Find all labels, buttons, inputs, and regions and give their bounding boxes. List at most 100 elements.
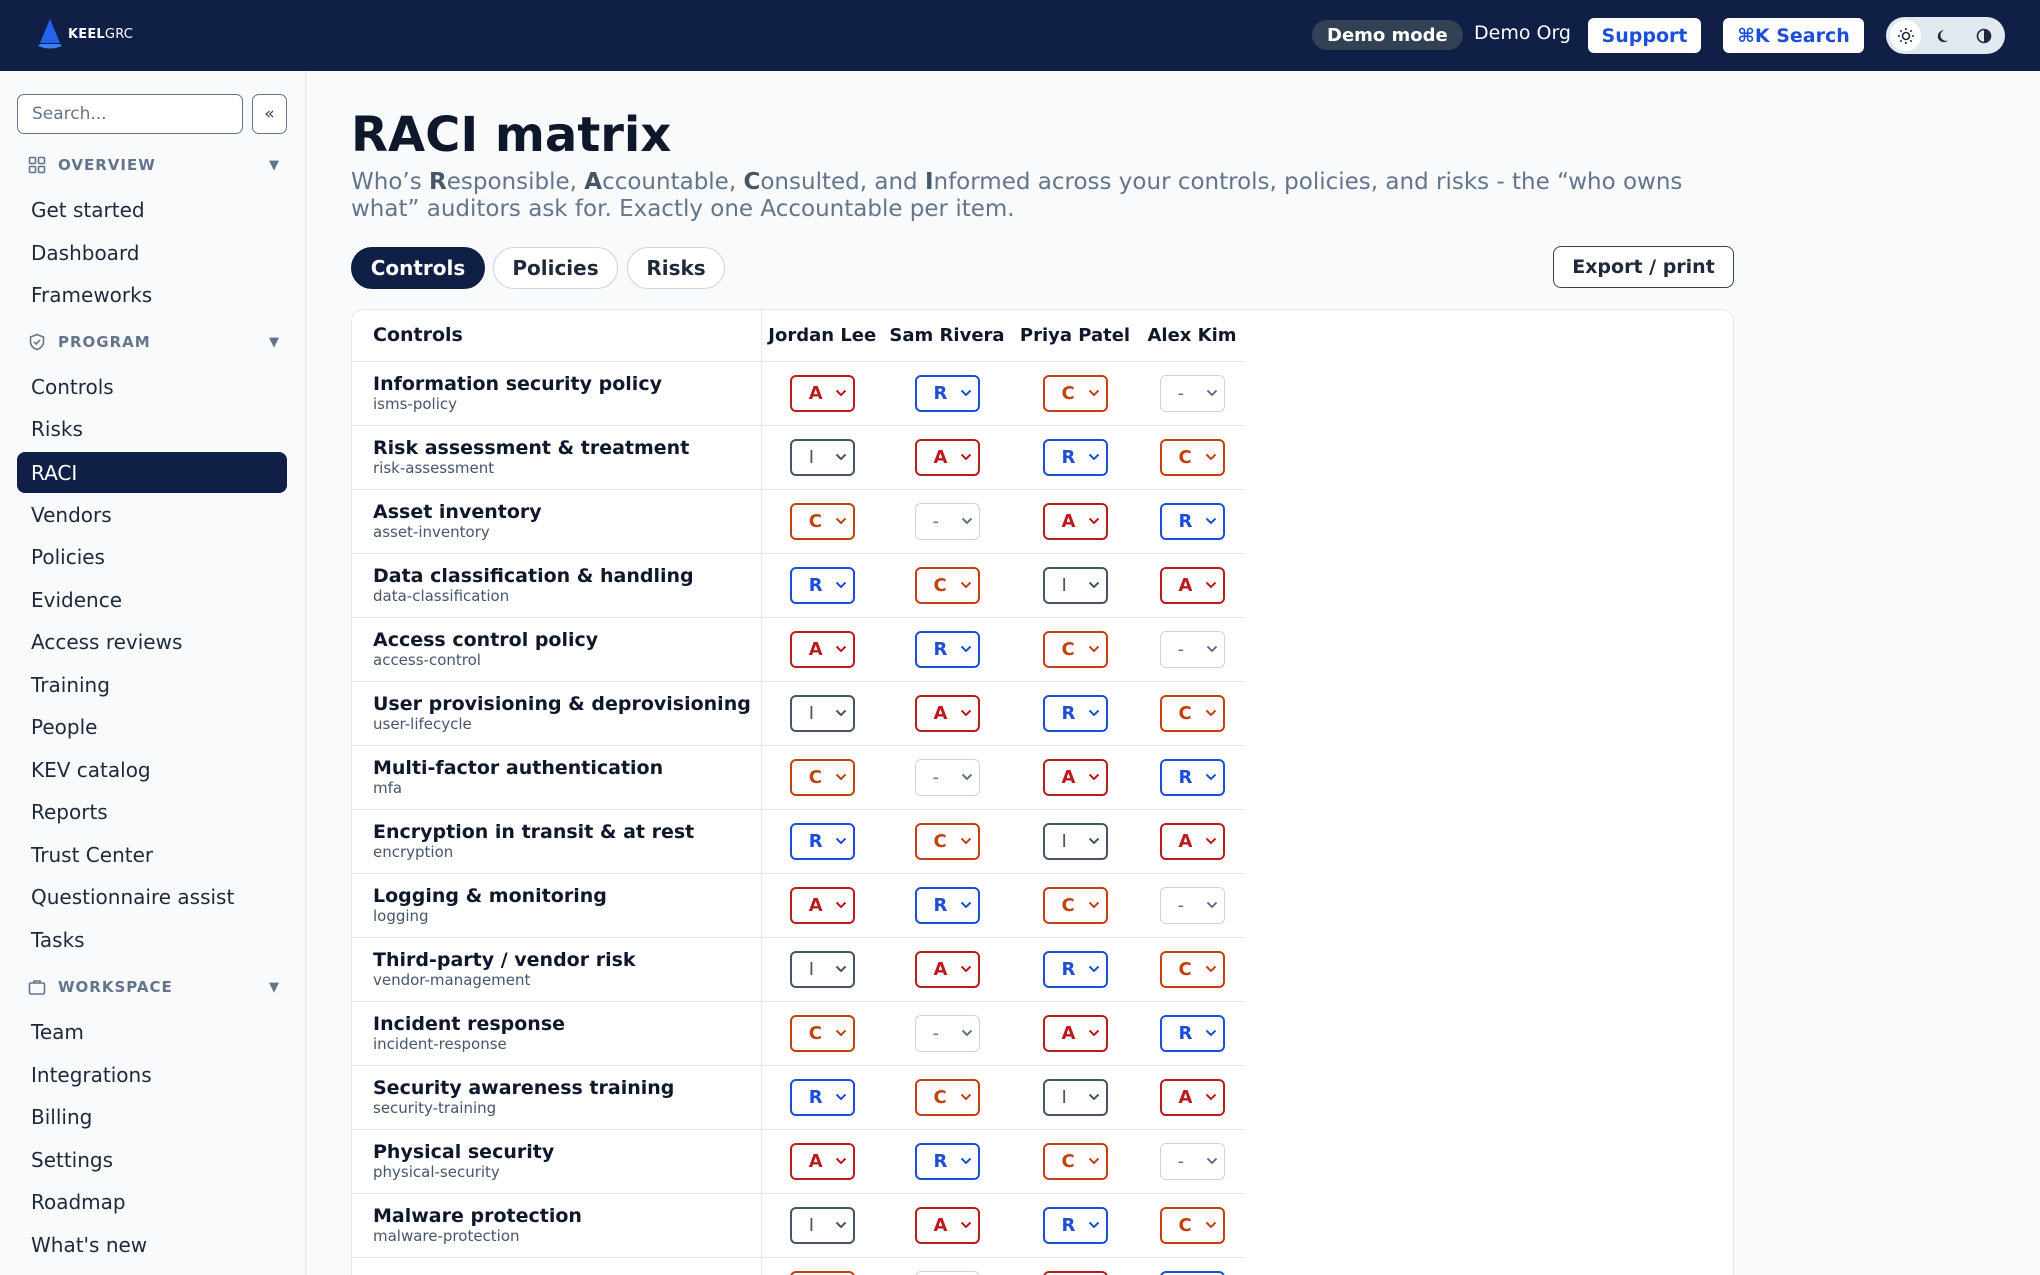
sidebar-item-tasks[interactable]: Tasks <box>17 919 287 960</box>
raci-role-select[interactable]: C <box>1042 1142 1108 1180</box>
sidebar-item-questionnaire-assist[interactable]: Questionnaire assist <box>17 876 287 917</box>
raci-role-select[interactable]: C <box>914 566 980 604</box>
support-button[interactable]: Support <box>1588 18 1701 53</box>
raci-role-select[interactable]: - <box>1159 1142 1225 1180</box>
dark-theme-button[interactable] <box>1929 20 1960 51</box>
control-name-cell[interactable]: Physical security physical-security <box>352 1129 762 1194</box>
sidebar-item-kev-catalog[interactable]: KEV catalog <box>17 749 287 790</box>
control-name-cell[interactable]: Multi-factor authentication mfa <box>352 745 762 810</box>
sidebar-item-raci[interactable]: RACI <box>17 452 287 493</box>
export-print-button[interactable]: Export / print <box>1553 246 1734 288</box>
control-name-cell[interactable]: User provisioning & deprovisioning user-l… <box>352 681 762 746</box>
raci-role-select[interactable]: C <box>1042 630 1108 668</box>
raci-role-select[interactable]: R <box>1042 1206 1108 1244</box>
raci-role-select[interactable]: I <box>1042 566 1108 604</box>
raci-role-select[interactable]: R <box>1042 694 1108 732</box>
raci-role-select[interactable]: A <box>1159 566 1225 604</box>
raci-role-select[interactable]: A <box>914 1206 980 1244</box>
raci-role-select[interactable]: R <box>1159 1014 1225 1052</box>
raci-role-select[interactable]: C <box>789 502 855 540</box>
raci-role-select[interactable]: R <box>914 630 980 668</box>
control-name-cell[interactable]: Backups <box>352 1257 762 1275</box>
control-name-cell[interactable]: Data classification & handling data-class… <box>352 553 762 618</box>
raci-role-select[interactable]: A <box>789 374 855 412</box>
sidebar-search-input[interactable] <box>17 94 243 134</box>
sidebar-item-whats-new[interactable]: What's new <box>17 1224 287 1265</box>
raci-role-select[interactable]: R <box>789 1078 855 1116</box>
raci-role-select[interactable]: A <box>789 1142 855 1180</box>
raci-role-select[interactable]: - <box>1159 886 1225 924</box>
sidebar-item-reports[interactable]: Reports <box>17 791 287 832</box>
sidebar-item-get-started[interactable]: Get started <box>17 189 287 230</box>
tab-controls[interactable]: Controls <box>351 247 485 289</box>
raci-role-select[interactable]: - <box>1159 630 1225 668</box>
control-name-cell[interactable]: Asset inventory asset-inventory <box>352 489 762 554</box>
control-name-cell[interactable]: Incident response incident-response <box>352 1001 762 1066</box>
control-name-cell[interactable]: Risk assessment & treatment risk-assessme… <box>352 425 762 490</box>
sidebar-item-risks[interactable]: Risks <box>17 408 287 449</box>
raci-role-select[interactable]: R <box>914 374 980 412</box>
control-name-cell[interactable]: Third-party / vendor risk vendor-manageme… <box>352 937 762 1002</box>
org-switcher[interactable]: Demo Org <box>1474 22 1571 44</box>
raci-role-select[interactable]: A <box>1042 1014 1108 1052</box>
sidebar-item-access-reviews[interactable]: Access reviews <box>17 621 287 662</box>
raci-role-select[interactable]: C <box>1159 438 1225 476</box>
raci-role-select[interactable]: - <box>914 1270 980 1275</box>
brand-logo[interactable]: KEELGRC <box>36 17 133 51</box>
tab-risks[interactable]: Risks <box>627 247 725 289</box>
raci-role-select[interactable]: R <box>789 566 855 604</box>
sidebar-item-people[interactable]: People <box>17 706 287 747</box>
raci-role-select[interactable]: I <box>1042 1078 1108 1116</box>
sidebar-item-billing[interactable]: Billing <box>17 1096 287 1137</box>
sidebar-item-roadmap[interactable]: Roadmap <box>17 1181 287 1222</box>
raci-role-select[interactable]: A <box>1042 1270 1108 1275</box>
collapse-sidebar-button[interactable]: « <box>252 94 287 134</box>
sidebar-item-frameworks[interactable]: Frameworks <box>17 274 287 315</box>
raci-role-select[interactable]: R <box>1159 1270 1225 1275</box>
raci-role-select[interactable]: A <box>914 438 980 476</box>
control-name-cell[interactable]: Logging & monitoring logging <box>352 873 762 938</box>
raci-role-select[interactable]: - <box>914 502 980 540</box>
sidebar-item-vendors[interactable]: Vendors <box>17 494 287 535</box>
raci-role-select[interactable]: I <box>1042 822 1108 860</box>
raci-role-select[interactable]: A <box>1159 1078 1225 1116</box>
sidebar-item-integrations[interactable]: Integrations <box>17 1054 287 1095</box>
raci-role-select[interactable]: C <box>1159 1206 1225 1244</box>
raci-role-select[interactable]: A <box>1042 502 1108 540</box>
control-name-cell[interactable]: Encryption in transit & at rest encryptio… <box>352 809 762 874</box>
raci-role-select[interactable]: I <box>789 438 855 476</box>
raci-role-select[interactable]: C <box>1159 694 1225 732</box>
sidebar-item-policies[interactable]: Policies <box>17 536 287 577</box>
raci-role-select[interactable]: C <box>789 758 855 796</box>
raci-role-select[interactable]: I <box>789 694 855 732</box>
raci-role-select[interactable]: A <box>914 950 980 988</box>
raci-role-select[interactable]: A <box>789 886 855 924</box>
raci-role-select[interactable]: I <box>789 950 855 988</box>
raci-role-select[interactable]: R <box>789 822 855 860</box>
sidebar-item-controls[interactable]: Controls <box>17 366 287 407</box>
section-program[interactable]: PROGRAM ▼ <box>28 333 280 351</box>
light-theme-button[interactable] <box>1890 20 1921 51</box>
sidebar-item-training[interactable]: Training <box>17 664 287 705</box>
tab-policies[interactable]: Policies <box>493 247 618 289</box>
sidebar-item-dashboard[interactable]: Dashboard <box>17 232 287 273</box>
raci-role-select[interactable]: I <box>789 1206 855 1244</box>
raci-role-select[interactable]: C <box>1159 950 1225 988</box>
raci-role-select[interactable]: C <box>914 822 980 860</box>
section-workspace[interactable]: WORKSPACE ▼ <box>28 978 280 996</box>
raci-role-select[interactable]: A <box>1159 822 1225 860</box>
raci-role-select[interactable]: R <box>914 1142 980 1180</box>
raci-role-select[interactable]: A <box>789 630 855 668</box>
command-search-button[interactable]: ⌘K Search <box>1723 18 1864 53</box>
raci-role-select[interactable]: - <box>914 1014 980 1052</box>
sidebar-item-trust-center[interactable]: Trust Center <box>17 834 287 875</box>
raci-role-select[interactable]: C <box>1042 886 1108 924</box>
raci-role-select[interactable]: C <box>789 1014 855 1052</box>
raci-role-select[interactable]: C <box>914 1078 980 1116</box>
control-name-cell[interactable]: Security awareness training security-trai… <box>352 1065 762 1130</box>
sidebar-item-evidence[interactable]: Evidence <box>17 579 287 620</box>
raci-role-select[interactable]: R <box>1042 950 1108 988</box>
control-name-cell[interactable]: Malware protection malware-protection <box>352 1193 762 1258</box>
sidebar-item-settings[interactable]: Settings <box>17 1139 287 1180</box>
raci-role-select[interactable]: C <box>1042 374 1108 412</box>
